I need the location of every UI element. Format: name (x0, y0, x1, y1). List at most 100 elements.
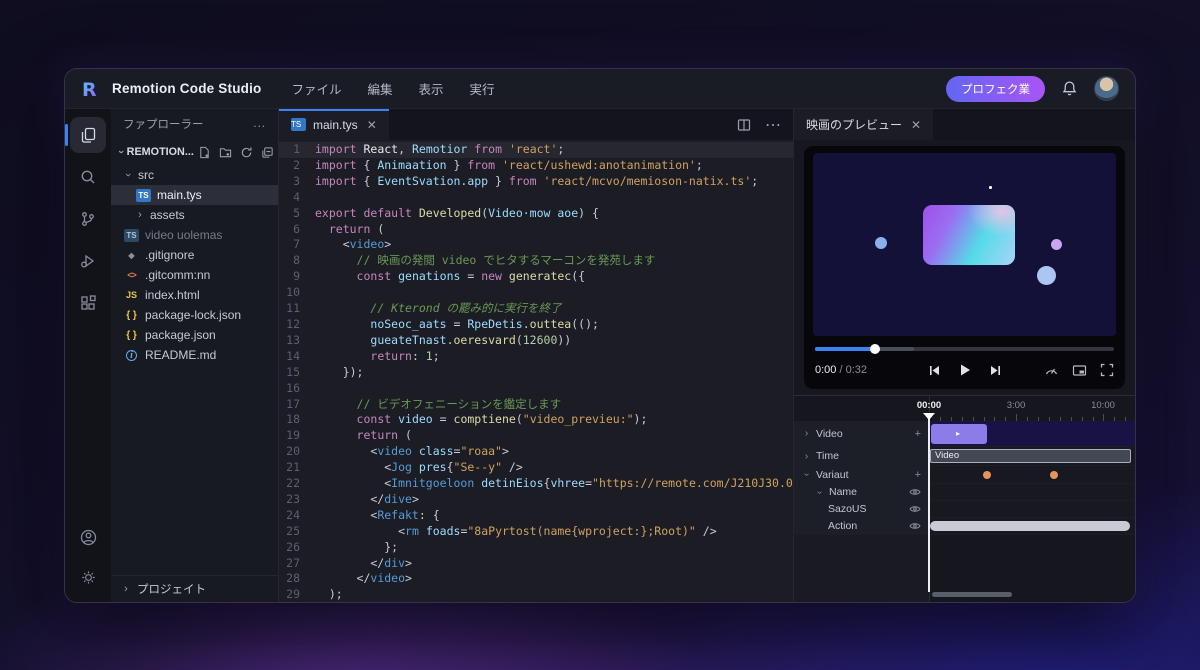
keyframe-dot[interactable] (1050, 471, 1058, 479)
track-row-time[interactable]: ›TimeVideo (794, 447, 1135, 466)
add-track-icon[interactable]: + (915, 469, 921, 481)
tree-item--gitignore[interactable]: ◆.gitignore (111, 245, 278, 265)
tree-item-package-json[interactable]: { }package.json (111, 325, 278, 345)
seek-handle[interactable] (870, 344, 880, 354)
menu-item-表示[interactable]: 表示 (419, 79, 444, 98)
code-line[interactable]: 16 (279, 381, 793, 397)
explorer-icon[interactable] (70, 117, 106, 153)
code-line[interactable]: 22 <Imnitgoeloon detinEios{vhree="https:… (279, 476, 793, 492)
code-line[interactable]: 23 </dive> (279, 492, 793, 508)
code-line[interactable]: 10 (279, 285, 793, 301)
playhead-line[interactable] (928, 413, 930, 592)
track-row-name[interactable]: ›Name (794, 484, 1135, 501)
track-content[interactable] (929, 466, 1135, 483)
editor-more-icon[interactable]: ⋯ (765, 115, 781, 135)
chevron-right-icon[interactable]: › (802, 428, 811, 439)
track-row-action[interactable]: Action (794, 518, 1135, 535)
search-icon[interactable] (70, 159, 106, 195)
extensions-icon[interactable] (70, 285, 106, 321)
tab-main-tys[interactable]: TS main.tys ✕ (279, 109, 389, 140)
tree-item-package-lock-json[interactable]: { }package-lock.json (111, 305, 278, 325)
tree-item-src[interactable]: ›src (111, 165, 278, 185)
skip-forward-icon[interactable] (989, 364, 1002, 377)
timeline-ruler[interactable]: 00:003:0010:00 (794, 396, 1135, 421)
code-line[interactable]: 24 <Refakt: { (279, 508, 793, 524)
code-line[interactable]: 18 const video = comptiene("video_previe… (279, 412, 793, 428)
track-row-video[interactable]: ›Video+▸ (794, 421, 1135, 447)
track-content[interactable] (929, 501, 1135, 517)
code-line[interactable]: 12 noSeoc_aats = RpeDetis.outtea((); (279, 317, 793, 333)
code-line[interactable]: 28 </video> (279, 571, 793, 587)
tree-item-readme-md[interactable]: iREADME.md (111, 345, 278, 365)
code-line[interactable]: 29 ); (279, 587, 793, 602)
code-line[interactable]: 11 // Kterond の罷み的に実行を終了 (279, 301, 793, 317)
add-track-icon[interactable]: + (915, 428, 921, 440)
code-line[interactable]: 14 return: 1; (279, 349, 793, 365)
code-line[interactable]: 13 gueateTnast.oeresvard(12600)) (279, 333, 793, 349)
code-line[interactable]: 6 return ( (279, 222, 793, 238)
tree-item-video-uolemas[interactable]: TSvideo uolemas (111, 225, 278, 245)
playhead-handle[interactable] (923, 413, 935, 420)
profile-button[interactable]: プロフェク業 (946, 76, 1045, 102)
sidebar-footer-project[interactable]: › プロジェイト (111, 575, 278, 602)
code-line[interactable]: 26 }; (279, 540, 793, 556)
code-line[interactable]: 21 <Jog pres{"Se--y" /> (279, 460, 793, 476)
tree-item--gitcomm-nn[interactable]: <>.gitcomm:nn (111, 265, 278, 285)
code-line[interactable]: 27 </div> (279, 556, 793, 572)
track-content[interactable] (929, 484, 1135, 500)
track-content[interactable] (929, 518, 1135, 534)
source-control-icon[interactable] (70, 201, 106, 237)
run-debug-icon[interactable] (70, 243, 106, 279)
chevron-right-icon[interactable]: › (802, 451, 811, 462)
seek-bar[interactable] (815, 347, 1114, 351)
new-folder-icon[interactable] (219, 146, 232, 159)
tree-item-index-html[interactable]: JSindex.html (111, 285, 278, 305)
track-content[interactable]: Video (929, 447, 1135, 465)
code-line[interactable]: 20 <video class="roaa"> (279, 444, 793, 460)
action-track-bar[interactable] (930, 521, 1130, 531)
explorer-more-icon[interactable]: ... (253, 118, 266, 130)
code-line[interactable]: 19 return ( (279, 428, 793, 444)
close-tab-icon[interactable]: ✕ (367, 118, 377, 132)
visibility-eye-icon[interactable] (909, 503, 921, 515)
timeline-clip[interactable]: ▸ (931, 424, 987, 444)
code-line[interactable]: 3import { EventSvation.app } from 'react… (279, 174, 793, 190)
fullscreen-icon[interactable] (1100, 363, 1114, 377)
menu-item-実行[interactable]: 実行 (470, 79, 495, 98)
project-section-header[interactable]: › REMOTION... (111, 139, 278, 165)
track-content[interactable]: ▸ (929, 421, 1135, 446)
track-row-variaut[interactable]: ›Variaut+ (794, 466, 1135, 484)
track-row-sazous[interactable]: SazoUS (794, 501, 1135, 518)
refresh-icon[interactable] (240, 146, 253, 159)
split-editor-icon[interactable] (737, 118, 751, 132)
play-icon[interactable] (958, 363, 972, 377)
code-line[interactable]: 7 <video> (279, 237, 793, 253)
code-line[interactable]: 25 <rm foads="8aPyrtost(name{wproject:};… (279, 524, 793, 540)
code-line[interactable]: 17 // ビデオフェニーションを鑑定します (279, 397, 793, 413)
code-line[interactable]: 4 (279, 190, 793, 206)
visibility-eye-icon[interactable] (909, 486, 921, 498)
visibility-eye-icon[interactable] (909, 520, 921, 532)
code-line[interactable]: 9 const genations = new generatec({ (279, 269, 793, 285)
code-line[interactable]: 5export default Developed(Video·mow aoe)… (279, 206, 793, 222)
code-line[interactable]: 1import React, Remotior from 'react'; (279, 142, 793, 158)
code-line[interactable]: 15 }); (279, 365, 793, 381)
picture-in-picture-icon[interactable] (1072, 363, 1087, 378)
tree-item-main-tys[interactable]: TSmain.tys (111, 185, 278, 205)
timeline-horizontal-scrollbar[interactable] (932, 592, 1012, 597)
tree-item-assets[interactable]: ›assets (111, 205, 278, 225)
account-icon[interactable] (70, 524, 106, 550)
collapse-all-icon[interactable] (261, 146, 274, 159)
settings-gear-icon[interactable] (70, 564, 106, 590)
notifications-bell-icon[interactable] (1061, 80, 1078, 97)
chevron-down-icon[interactable]: › (814, 488, 825, 497)
chevron-down-icon[interactable]: › (801, 470, 812, 479)
skip-back-icon[interactable] (928, 364, 941, 377)
menu-item-編集[interactable]: 編集 (368, 79, 393, 98)
menu-item-ファイル[interactable]: ファイル (292, 79, 342, 98)
code-line[interactable]: 2import { Animaation } from 'react/ushew… (279, 158, 793, 174)
keyframe-dot[interactable] (983, 471, 991, 479)
code-line[interactable]: 8 // 映画の発閲 video でヒタするマーコンを発苑します (279, 253, 793, 269)
time-track-bar[interactable]: Video (930, 449, 1131, 463)
close-preview-icon[interactable]: ✕ (911, 118, 921, 132)
